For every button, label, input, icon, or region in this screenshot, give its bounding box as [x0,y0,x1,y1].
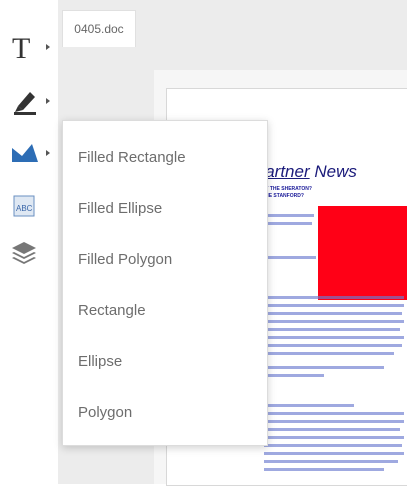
shape-icon [12,144,38,162]
text-line [264,412,404,415]
menu-item-filled-rectangle[interactable]: Filled Rectangle [63,131,267,183]
stamp-icon: ABC [13,195,35,217]
menu-item-rectangle[interactable]: Rectangle [63,284,267,336]
text-line [264,444,402,447]
document-title-rest: News [309,162,357,181]
stamp-tool-button[interactable]: ABC [8,190,52,226]
menu-item-filled-ellipse[interactable]: Filled Ellipse [63,182,267,234]
shape-tool-button[interactable] [8,136,52,172]
chevron-right-icon [46,98,50,104]
chevron-right-icon [46,44,50,50]
layers-icon [12,242,36,264]
text-line [264,436,404,439]
text-line [264,420,404,423]
text-line [264,366,384,369]
text-line [264,222,312,225]
text-line [264,214,314,217]
text-line [264,336,404,339]
menu-item-ellipse[interactable]: Ellipse [63,335,267,387]
text-line [264,304,404,307]
shape-menu: Filled Rectangle Filled Ellipse Filled P… [62,120,268,446]
text-line [264,374,324,377]
text-line [264,352,394,355]
chevron-right-icon [46,150,50,156]
document-tab[interactable]: 0405.doc [62,10,136,47]
text-line [264,296,404,299]
text-line [264,256,316,259]
text-line [264,452,404,455]
text-line [264,460,398,463]
text-line [264,404,354,407]
text-line [264,428,400,431]
left-toolbar: T ABC [0,0,58,484]
text-line [264,468,384,471]
svg-text:T: T [12,32,30,62]
pen-tool-button[interactable] [8,84,52,120]
text-tool-button[interactable]: T [8,30,52,66]
text-T-icon: T [12,32,30,62]
menu-item-polygon[interactable]: Polygon [63,386,267,438]
text-line [264,328,400,331]
text-line [264,320,404,323]
text-line [264,312,402,315]
red-rectangle-shape[interactable] [318,206,407,300]
marker-icon [14,92,36,115]
menu-item-filled-polygon[interactable]: Filled Polygon [63,233,267,285]
layers-tool-button[interactable] [8,236,52,272]
text-line [264,344,402,347]
svg-text:ABC: ABC [16,204,33,213]
